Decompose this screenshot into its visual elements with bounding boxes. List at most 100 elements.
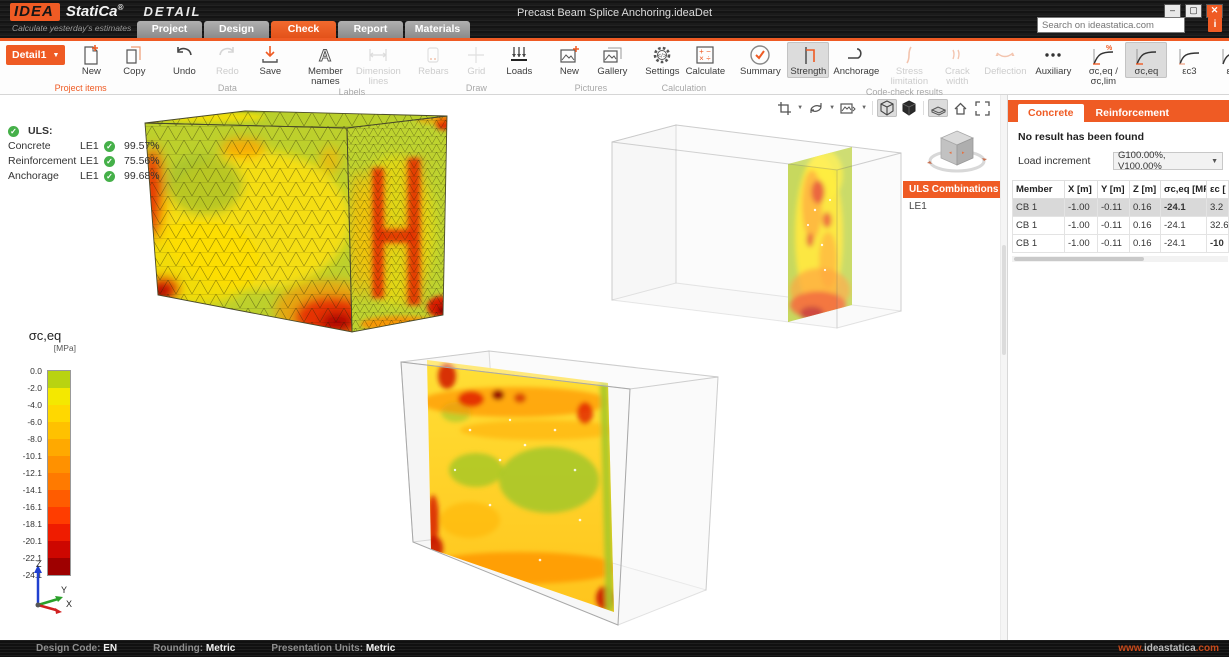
chevron-down-icon[interactable]: ▼ xyxy=(861,105,867,111)
stress-limitation-button[interactable]: Stress limitation xyxy=(883,42,935,87)
tab-project[interactable]: Project xyxy=(137,21,202,38)
load-increment-select[interactable]: G100.00%, V100.00% ▼ xyxy=(1113,152,1223,170)
epl-button[interactable]: ! εpl xyxy=(1211,42,1229,78)
summary-button[interactable]: Summary xyxy=(734,42,786,78)
table-horizontal-scrollbar[interactable] xyxy=(1012,256,1228,262)
settings-button[interactable]: </> Settings xyxy=(641,42,683,78)
wireframe-view-button[interactable] xyxy=(877,99,897,117)
crop-icon xyxy=(777,101,792,116)
gallery-button[interactable]: Gallery xyxy=(591,42,633,78)
rebars-icon xyxy=(421,43,445,67)
axis-x-label: X xyxy=(66,599,72,609)
deflection-button[interactable]: Deflection xyxy=(979,42,1031,78)
anchorage-button[interactable]: Anchorage xyxy=(830,42,882,78)
check-ok-icon: ✓ xyxy=(104,141,115,152)
ribbon-group-project-items: Detail1▼ New Copy Project items xyxy=(2,41,159,94)
undo-button[interactable]: Undo xyxy=(163,42,205,78)
ribbon-group-label: Data xyxy=(163,83,291,94)
minimize-button[interactable]: – xyxy=(1164,4,1181,18)
save-button[interactable]: Save xyxy=(249,42,291,78)
view-export-button[interactable] xyxy=(838,99,858,117)
auxiliary-button[interactable]: Auxiliary xyxy=(1032,42,1074,78)
tab-check[interactable]: Check xyxy=(271,21,336,38)
ec3-button[interactable]: εc3 xyxy=(1168,42,1210,78)
loads-button[interactable]: Loads xyxy=(498,42,540,78)
combination-item-le1[interactable]: LE1 xyxy=(909,201,927,212)
chevron-down-icon: ▼ xyxy=(52,52,59,59)
expand-arrows-icon xyxy=(975,101,990,116)
member-names-button[interactable]: A Member names xyxy=(299,42,351,87)
scrollbar-thumb[interactable] xyxy=(1002,245,1006,355)
website-link[interactable]: www.ideastatica.com xyxy=(1118,643,1219,654)
panel-scrollbar[interactable] xyxy=(1000,95,1007,640)
toolbar-separator xyxy=(923,101,924,115)
save-icon xyxy=(258,43,282,67)
grid-button[interactable]: Grid xyxy=(455,42,497,78)
ribbon-group-label: Calculation xyxy=(641,83,726,94)
rebars-button[interactable]: Rebars xyxy=(412,42,454,78)
orbit-button[interactable] xyxy=(806,99,826,117)
tab-report[interactable]: Report xyxy=(338,21,403,38)
section-view-button[interactable] xyxy=(928,99,948,117)
3d-viewport[interactable]: ▼ ▼ ▼ ◂▸ ✓ULS: xyxy=(0,95,1000,640)
tab-design[interactable]: Design xyxy=(204,21,269,38)
scrollbar-thumb[interactable] xyxy=(1014,257,1144,261)
home-icon xyxy=(953,101,968,116)
sceq-button[interactable]: σc,eq xyxy=(1125,42,1167,78)
picture-new-button[interactable]: New xyxy=(548,42,590,78)
zoom-window-button[interactable] xyxy=(774,99,794,117)
new-detail-button[interactable]: New xyxy=(70,42,112,78)
copy-icon xyxy=(122,43,146,67)
rounding-status: Rounding: Metric xyxy=(153,643,235,654)
chevron-down-icon[interactable]: ▼ xyxy=(829,105,835,111)
results-table: Member X [m] Y [m] Z [m] σc,eq [MPa] εc … xyxy=(1012,180,1229,253)
strength-icon xyxy=(796,43,820,67)
close-button[interactable]: ✕ xyxy=(1206,4,1223,18)
table-row[interactable]: CB 1-1.00 -0.110.16 -24.132.6 xyxy=(1013,217,1229,235)
check-ok-icon: ✓ xyxy=(104,156,115,167)
info-button[interactable]: i xyxy=(1208,17,1222,32)
legend-title: σc,eq xyxy=(14,328,76,343)
uls-combinations-header[interactable]: ULS Combinations xyxy=(903,181,1000,198)
svg-text:×: × xyxy=(700,54,705,63)
deflection-icon xyxy=(993,43,1017,67)
uls-summary: ✓ULS: Concrete LE1 ✓ 99.57% Reinforcemen… xyxy=(8,125,160,182)
tab-concrete[interactable]: Concrete xyxy=(1018,104,1084,122)
ribbon-group-code-check: Summary Strength Anchorage Stress limita… xyxy=(730,41,1078,94)
detail-selector-button[interactable]: Detail1▼ xyxy=(6,45,65,65)
meshed-beam-solid[interactable] xyxy=(140,111,455,340)
maximize-button[interactable]: ▢ xyxy=(1185,4,1202,18)
ribbon-group-draw: Rebars Grid Loads Draw xyxy=(408,41,544,94)
strength-button[interactable]: Strength xyxy=(787,42,829,78)
transparent-box-top-right[interactable] xyxy=(612,125,901,328)
table-header-row: Member X [m] Y [m] Z [m] σc,eq [MPa] εc … xyxy=(1013,181,1229,199)
navigation-cube[interactable]: ◂▸ xyxy=(926,119,988,186)
uls-row-reinforcement: Reinforcement LE1 ✓ 75.56% xyxy=(8,155,160,167)
redo-button[interactable]: Redo xyxy=(206,42,248,78)
letter-a-icon: A xyxy=(313,43,337,67)
ribbon-group-label: Draw xyxy=(412,83,540,94)
calculate-button[interactable]: +−×÷ Calculate xyxy=(684,42,726,78)
stress-curve-icon xyxy=(1133,43,1159,67)
wireframe-cube-icon xyxy=(879,100,895,116)
loads-icon xyxy=(507,43,531,67)
sceq-sclim-button[interactable]: % σc,eq / σc,lim xyxy=(1082,42,1124,87)
svg-text:÷: ÷ xyxy=(707,54,712,63)
dimension-lines-icon xyxy=(366,43,390,67)
dimension-lines-button[interactable]: Dimension lines xyxy=(352,42,404,87)
chevron-down-icon[interactable]: ▼ xyxy=(797,105,803,111)
table-row[interactable]: CB 1-1.00 -0.110.16 -24.1-10 xyxy=(1013,235,1229,253)
solid-view-button[interactable] xyxy=(899,99,919,117)
ribbon-group-label: Code-check results xyxy=(734,87,1074,98)
search-input[interactable] xyxy=(1037,17,1185,33)
transparent-box-bottom[interactable] xyxy=(401,351,718,625)
home-view-button[interactable] xyxy=(950,99,970,117)
design-code-status: Design Code: EN xyxy=(36,643,117,654)
crack-width-button[interactable]: Crack width xyxy=(936,42,978,87)
tab-materials[interactable]: Materials xyxy=(405,21,470,38)
tab-reinforcement[interactable]: Reinforcement xyxy=(1086,104,1180,122)
units-status: Presentation Units: Metric xyxy=(271,643,395,654)
fit-view-button[interactable] xyxy=(972,99,992,117)
copy-detail-button[interactable]: Copy xyxy=(113,42,155,78)
table-row[interactable]: CB 1-1.00 -0.110.16 -24.13.2 xyxy=(1013,199,1229,217)
